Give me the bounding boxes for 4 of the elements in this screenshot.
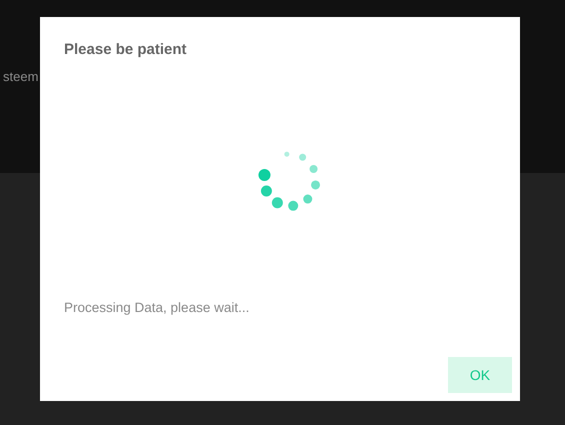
ok-button[interactable]: OK [448,357,512,393]
page-text: steem [3,69,38,84]
dialog-title: Please be patient [64,41,188,59]
dialog-message: Processing Data, please wait... [64,300,250,315]
